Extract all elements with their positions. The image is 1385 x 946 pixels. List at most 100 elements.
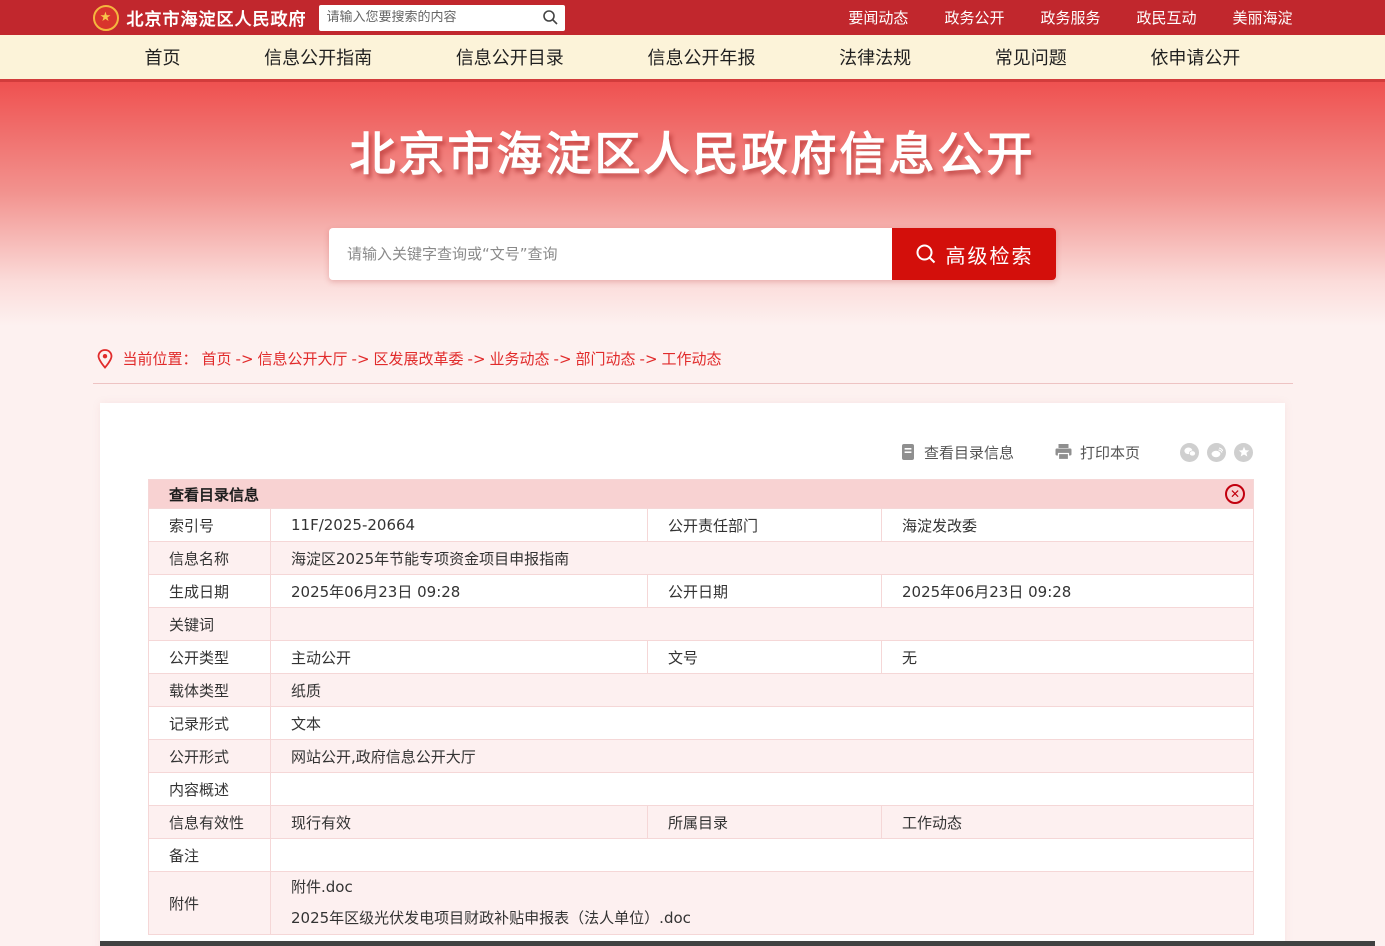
breadcrumb-commission[interactable]: 区发展改革委 bbox=[374, 348, 464, 369]
field-label: 备注 bbox=[149, 839, 271, 872]
field-value bbox=[271, 608, 1254, 641]
site-title[interactable]: 北京市海淀区人民政府 bbox=[127, 5, 307, 30]
field-value: 文本 bbox=[271, 707, 1254, 740]
field-value: 海淀发改委 bbox=[882, 509, 1254, 542]
breadcrumb-hall[interactable]: 信息公开大厅 bbox=[258, 348, 348, 369]
field-value: 纸质 bbox=[271, 674, 1254, 707]
table-header-row: 查看目录信息 ✕ bbox=[149, 480, 1254, 509]
article-toolbar: 查看目录信息 打印本页 bbox=[148, 439, 1253, 465]
top-search-box[interactable] bbox=[319, 5, 565, 31]
breadcrumb-department[interactable]: 部门动态 bbox=[576, 348, 636, 369]
advanced-search-label: 高级检索 bbox=[946, 240, 1034, 269]
hero-banner: 北京市海淀区人民政府信息公开 高级检索 bbox=[0, 82, 1385, 326]
breadcrumb-bar: 当前位置： 首页 -> 信息公开大厅 -> 区发展改革委 -> 业务动态 -> … bbox=[93, 338, 1293, 384]
nav-laws[interactable]: 法律法规 bbox=[839, 44, 911, 70]
field-label: 关键词 bbox=[149, 608, 271, 641]
table-title: 查看目录信息 bbox=[169, 484, 259, 505]
top-link-beautiful-haidian[interactable]: 美丽海淀 bbox=[1232, 7, 1292, 28]
table-row: 公开形式 网站公开,政府信息公开大厅 bbox=[149, 740, 1254, 773]
nav-annual-report[interactable]: 信息公开年报 bbox=[647, 44, 755, 70]
field-label: 公开形式 bbox=[149, 740, 271, 773]
footer-top-strip bbox=[100, 941, 1375, 946]
share-icons bbox=[1180, 443, 1253, 462]
magnifier-icon bbox=[915, 243, 937, 265]
print-page-label: 打印本页 bbox=[1080, 442, 1140, 463]
page-title: 北京市海淀区人民政府信息公开 bbox=[0, 82, 1385, 184]
field-label: 信息有效性 bbox=[149, 806, 271, 839]
table-row: 生成日期 2025年06月23日 09:28 公开日期 2025年06月23日 … bbox=[149, 575, 1254, 608]
nav-disclosure-guide[interactable]: 信息公开指南 bbox=[264, 44, 372, 70]
field-label: 生成日期 bbox=[149, 575, 271, 608]
breadcrumb-separator: -> bbox=[468, 350, 486, 368]
view-catalog-label: 查看目录信息 bbox=[924, 442, 1014, 463]
nav-disclosure-catalog[interactable]: 信息公开目录 bbox=[456, 44, 564, 70]
attachment-link[interactable]: 附件.doc bbox=[291, 872, 1243, 903]
field-value bbox=[271, 773, 1254, 806]
field-value: 11F/2025-20664 bbox=[271, 509, 648, 542]
table-row: 内容概述 bbox=[149, 773, 1254, 806]
breadcrumb-separator: -> bbox=[554, 350, 572, 368]
field-value: 海淀区2025年节能专项资金项目申报指南 bbox=[271, 542, 1254, 575]
field-label: 内容概述 bbox=[149, 773, 271, 806]
field-value: 2025年06月23日 09:28 bbox=[882, 575, 1254, 608]
table-row: 公开类型 主动公开 文号 无 bbox=[149, 641, 1254, 674]
breadcrumb-home[interactable]: 首页 bbox=[202, 348, 232, 369]
weibo-share-icon[interactable] bbox=[1207, 443, 1226, 462]
field-label: 信息名称 bbox=[149, 542, 271, 575]
table-row-attachments: 附件 附件.doc 2025年区级光伏发电项目财政补贴申报表（法人单位）.doc bbox=[149, 872, 1254, 935]
document-icon bbox=[900, 443, 917, 462]
attachment-link[interactable]: 2025年区级光伏发电项目财政补贴申报表（法人单位）.doc bbox=[291, 903, 1243, 934]
catalog-info-table: 查看目录信息 ✕ 索引号 11F/2025-20664 公开责任部门 海淀发改委… bbox=[148, 479, 1254, 935]
printer-icon bbox=[1054, 443, 1073, 461]
top-search-input[interactable] bbox=[327, 10, 542, 25]
table-row: 备注 bbox=[149, 839, 1254, 872]
table-row: 索引号 11F/2025-20664 公开责任部门 海淀发改委 bbox=[149, 509, 1254, 542]
table-row: 关键词 bbox=[149, 608, 1254, 641]
breadcrumb-business[interactable]: 业务动态 bbox=[490, 348, 550, 369]
top-link-gov-open[interactable]: 政务公开 bbox=[944, 7, 1004, 28]
field-value: 现行有效 bbox=[271, 806, 648, 839]
nav-home[interactable]: 首页 bbox=[145, 44, 181, 70]
field-label: 载体类型 bbox=[149, 674, 271, 707]
breadcrumb-separator: -> bbox=[640, 350, 658, 368]
top-link-news[interactable]: 要闻动态 bbox=[848, 7, 908, 28]
nav-apply-disclosure[interactable]: 依申请公开 bbox=[1150, 44, 1240, 70]
table-row: 信息名称 海淀区2025年节能专项资金项目申报指南 bbox=[149, 542, 1254, 575]
field-label: 公开日期 bbox=[648, 575, 882, 608]
breadcrumb: 当前位置： 首页 -> 信息公开大厅 -> 区发展改革委 -> 业务动态 -> … bbox=[123, 348, 722, 369]
field-value: 2025年06月23日 09:28 bbox=[271, 575, 648, 608]
field-value bbox=[271, 839, 1254, 872]
field-value: 工作动态 bbox=[882, 806, 1254, 839]
content-card: 查看目录信息 打印本页 bbox=[100, 403, 1285, 946]
table-row: 信息有效性 现行有效 所属目录 工作动态 bbox=[149, 806, 1254, 839]
wechat-share-icon[interactable] bbox=[1180, 443, 1199, 462]
field-label: 记录形式 bbox=[149, 707, 271, 740]
field-value: 网站公开,政府信息公开大厅 bbox=[271, 740, 1254, 773]
nav-faq[interactable]: 常见问题 bbox=[995, 44, 1067, 70]
top-links: 要闻动态 政务公开 政务服务 政民互动 美丽海淀 bbox=[848, 7, 1292, 28]
field-label: 所属目录 bbox=[648, 806, 882, 839]
breadcrumb-separator: -> bbox=[236, 350, 254, 368]
field-value: 无 bbox=[882, 641, 1254, 674]
advanced-search-button[interactable]: 高级检索 bbox=[892, 228, 1056, 280]
breadcrumb-separator: -> bbox=[352, 350, 370, 368]
field-label: 文号 bbox=[648, 641, 882, 674]
top-link-gov-service[interactable]: 政务服务 bbox=[1040, 7, 1100, 28]
table-row: 载体类型 纸质 bbox=[149, 674, 1254, 707]
field-value: 主动公开 bbox=[271, 641, 648, 674]
banner-search-box: 高级检索 bbox=[329, 228, 1056, 280]
search-icon[interactable] bbox=[542, 9, 559, 26]
print-page-button[interactable]: 打印本页 bbox=[1054, 442, 1140, 463]
banner-search-input[interactable] bbox=[329, 228, 892, 280]
main-nav: 首页 信息公开指南 信息公开目录 信息公开年报 法律法规 常见问题 依申请公开 bbox=[0, 35, 1385, 82]
top-link-interaction[interactable]: 政民互动 bbox=[1136, 7, 1196, 28]
field-label: 索引号 bbox=[149, 509, 271, 542]
close-icon[interactable]: ✕ bbox=[1225, 484, 1245, 504]
national-emblem-icon: ★ bbox=[93, 5, 119, 31]
field-label: 公开类型 bbox=[149, 641, 271, 674]
breadcrumb-work[interactable]: 工作动态 bbox=[662, 348, 722, 369]
field-label: 公开责任部门 bbox=[648, 509, 882, 542]
top-bar: ★ 北京市海淀区人民政府 要闻动态 政务公开 政务服务 政民互动 美丽海淀 bbox=[0, 0, 1385, 35]
favorite-star-icon[interactable] bbox=[1234, 443, 1253, 462]
view-catalog-button[interactable]: 查看目录信息 bbox=[900, 442, 1014, 463]
